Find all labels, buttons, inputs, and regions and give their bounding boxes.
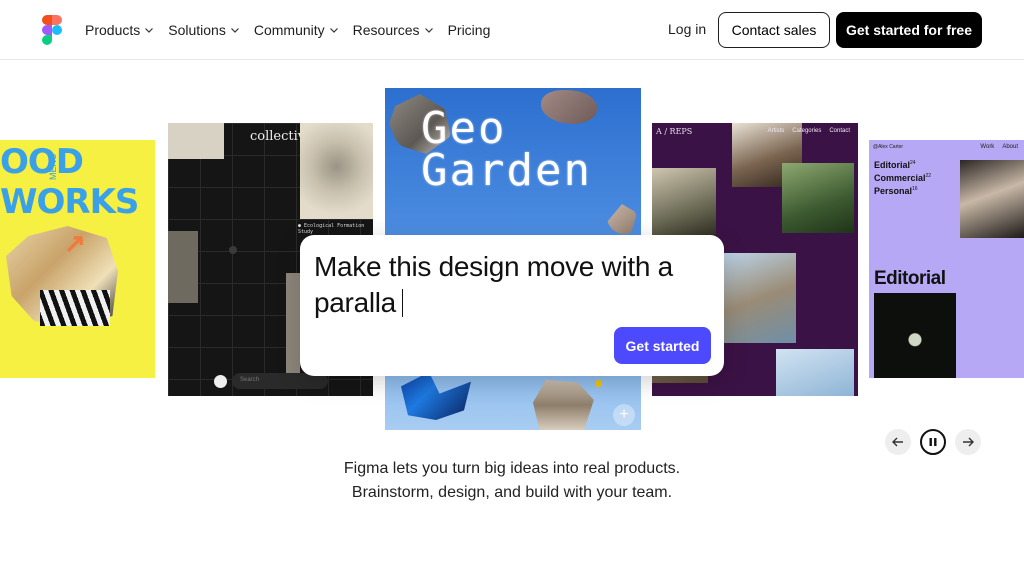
nav-pricing-label: Pricing [447, 22, 491, 38]
carousel-next-button[interactable] [955, 429, 981, 455]
card-author: @Alex Carter [873, 144, 904, 150]
nav-solutions-label: Solutions [168, 22, 226, 38]
carousel-card-editorial[interactable]: @Alex Carter Work About Editorial24 Comm… [869, 140, 1024, 378]
card-title: collectiv [250, 129, 306, 144]
card-category-list: Editorial24 Commercial22 Personal16 [874, 158, 931, 197]
nav-community[interactable]: Community [254, 22, 339, 38]
card-photo [724, 253, 796, 343]
card-nav-item: Contact [829, 128, 850, 134]
card-photo [960, 160, 1024, 238]
card-title: OOD WORKS [0, 142, 139, 222]
card-nav-item: Work [980, 144, 995, 150]
nav-products[interactable]: Products [85, 22, 154, 38]
butterfly-image [401, 372, 471, 420]
chevron-down-icon [329, 28, 338, 33]
hero-tagline: Figma lets you turn big ideas into real … [0, 457, 1024, 505]
card-photo [874, 293, 956, 378]
text-caret [401, 289, 404, 317]
card-menu-label: MENU [48, 153, 58, 181]
card-photo-detail [40, 290, 110, 326]
nav-resources[interactable]: Resources [353, 22, 434, 38]
dot-icon [595, 380, 602, 387]
arrow-right-icon [963, 437, 974, 447]
card-title: Geo Garden [421, 103, 621, 196]
chevron-down-icon [145, 28, 154, 33]
prompt-text: Make this design move with a paralla [314, 251, 673, 318]
plus-icon[interactable]: + [613, 404, 635, 426]
nav-pricing[interactable]: Pricing [448, 22, 491, 38]
card-brand: A / REPS [656, 127, 693, 136]
card-nav-item: Categories [792, 128, 822, 134]
pause-icon [929, 438, 937, 446]
carousel-pause-button[interactable] [920, 429, 946, 455]
card-photo [652, 168, 716, 238]
figma-logo-icon[interactable] [42, 15, 62, 45]
card-caption: ● Ecological Formation Study [298, 223, 365, 235]
login-link[interactable]: Log in [668, 21, 706, 37]
tagline-line-2: Brainstorm, design, and build with your … [351, 484, 673, 501]
card-photo [168, 123, 224, 159]
contact-sales-button[interactable]: Contact sales [718, 12, 830, 48]
card-photo [782, 163, 854, 233]
site-header: Products Solutions Community Resources P… [0, 0, 1024, 60]
card-title-line1: Geo [421, 103, 507, 154]
card-title-line2: Garden [421, 145, 592, 196]
category-label: Personal [874, 186, 913, 196]
tagline-line-1: Figma lets you turn big ideas into real … [343, 460, 681, 477]
chevron-down-icon [230, 28, 239, 33]
get-started-button[interactable]: Get started [614, 327, 711, 364]
arrow-left-icon [892, 437, 903, 447]
card-photo [286, 273, 300, 373]
nav-resources-label: Resources [352, 22, 420, 38]
arrow-up-right-icon: ↗ [64, 228, 86, 258]
carousel-prev-button[interactable] [885, 429, 911, 455]
card-photo [300, 123, 373, 219]
stones-image [533, 380, 594, 430]
category-count: 22 [925, 173, 932, 179]
nav-products-label: Products [85, 22, 141, 38]
card-photo [168, 231, 198, 303]
card-category-item: Editorial24 [874, 158, 931, 171]
category-label: Commercial [874, 173, 926, 183]
dot-icon [229, 246, 237, 254]
category-label: Editorial [874, 160, 911, 170]
main-nav: Products Solutions Community Resources P… [85, 0, 490, 60]
ai-prompt-card: Make this design move with a paralla Get… [300, 235, 724, 376]
carousel-card-foodworks[interactable]: OOD WORKS MENU ↗ [0, 140, 155, 378]
rock-image [607, 204, 637, 234]
card-nav-item: Artists [767, 128, 785, 134]
card-nav: Work About [980, 144, 1018, 150]
category-count: 16 [912, 186, 918, 192]
get-started-free-button[interactable]: Get started for free [836, 12, 982, 48]
card-nav: Artists Categories Contact [768, 128, 850, 134]
card-category-item: Commercial22 [874, 171, 931, 184]
prompt-input[interactable]: Make this design move with a paralla [314, 249, 714, 321]
card-heading: Editorial [874, 268, 946, 289]
nav-solutions[interactable]: Solutions [168, 22, 240, 38]
card-nav-item: About [1002, 144, 1018, 150]
card-category-item: Personal16 [874, 184, 931, 197]
toggle-icon [214, 375, 227, 388]
nav-community-label: Community [253, 22, 325, 38]
card-photo [776, 349, 854, 396]
category-count: 24 [910, 160, 916, 166]
chevron-down-icon [424, 28, 433, 33]
